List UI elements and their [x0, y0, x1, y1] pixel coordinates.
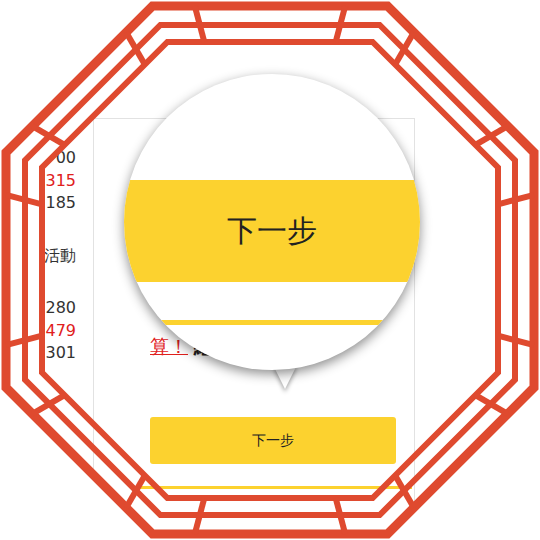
price-text: 315	[45, 170, 76, 193]
price-text: 280	[45, 297, 76, 320]
frame-bar	[195, 498, 205, 534]
frame-bar	[6, 195, 42, 205]
frame-bar	[336, 498, 346, 534]
frame-corner	[0, 0, 540, 540]
magnified-divider	[152, 320, 392, 325]
frame-bar	[32, 126, 64, 145]
magnifier: 下一步	[124, 74, 420, 370]
divider-line	[130, 486, 412, 489]
frame-bar	[195, 6, 205, 42]
frame-bar	[475, 395, 507, 414]
frame-inner	[42, 42, 498, 498]
frame-bar	[475, 126, 507, 145]
price-text: 00	[56, 147, 76, 170]
frame-bar	[498, 336, 534, 346]
price-group: 280479301	[45, 297, 76, 365]
price-text: 185	[45, 192, 76, 215]
screen: 00315185活動280479301 算！ 繼續選購 下一步 下一步	[0, 0, 540, 540]
frame-middle	[25, 25, 515, 515]
frame-bar	[395, 32, 414, 64]
frame-bar	[498, 195, 534, 205]
frame-bar	[336, 6, 346, 42]
frame-bar	[126, 475, 145, 507]
magnified-next-button: 下一步	[124, 180, 420, 282]
frame-bar	[32, 395, 64, 414]
price-text: 301	[45, 342, 76, 365]
price-group: 活動	[44, 245, 76, 268]
price-text: 479	[45, 320, 76, 343]
price-column: 00315185 活動 280479301	[0, 0, 76, 540]
next-button[interactable]: 下一步	[150, 417, 396, 464]
frame-bar	[126, 32, 145, 64]
frame-outer	[6, 6, 534, 534]
frame-bar	[6, 336, 42, 346]
price-text: 活動	[44, 245, 76, 268]
frame-bar	[395, 475, 414, 507]
price-group: 00315185	[45, 147, 76, 215]
